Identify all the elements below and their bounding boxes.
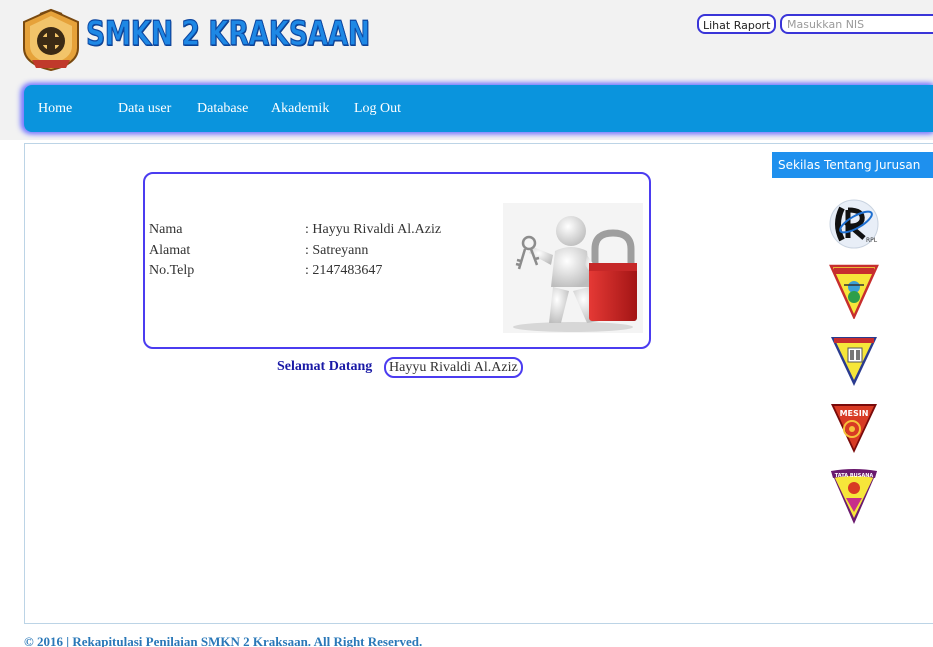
- profile-value-nama: : Hayyu Rivaldi Al.Aziz: [305, 222, 442, 237]
- school-logo-icon: [23, 8, 79, 72]
- jurusan-badge-3-icon[interactable]: [828, 334, 880, 388]
- nav-log-out[interactable]: Log Out: [354, 85, 401, 132]
- lihat-raport-button[interactable]: Lihat Raport: [697, 14, 777, 34]
- nav-data-user[interactable]: Data user: [118, 85, 171, 132]
- page: SMKN 2 KRAKSAAN Lihat Raport Home Data u…: [0, 0, 933, 647]
- welcome-label: Selamat Datang: [277, 359, 373, 374]
- svg-text:RPL: RPL: [866, 237, 878, 244]
- tata-busana-badge-icon[interactable]: TATA BUSANA: [828, 468, 880, 526]
- rpl-logo-icon[interactable]: RPL: [828, 198, 880, 250]
- jurusan-badge-2-icon[interactable]: [828, 263, 880, 319]
- nav-database[interactable]: Database: [197, 85, 248, 132]
- nis-input[interactable]: [780, 14, 933, 34]
- mesin-badge-text: MESIN: [840, 409, 869, 418]
- profile-label-alamat: Alamat: [149, 243, 191, 258]
- mesin-badge-icon[interactable]: MESIN: [828, 401, 880, 455]
- profile-value-alamat: : Satreyann: [305, 243, 369, 258]
- profile-label-nama: Nama: [149, 222, 183, 237]
- footer-copyright: © 2016 | Rekapitulasi Penilaian SMKN 2 K…: [24, 634, 423, 647]
- security-illustration-icon: [503, 203, 643, 333]
- profile-value-telp: : 2147483647: [305, 263, 383, 278]
- nav-akademik[interactable]: Akademik: [271, 85, 329, 132]
- tata-busana-badge-text: TATA BUSANA: [835, 473, 874, 479]
- profile-label-telp: No.Telp: [149, 263, 195, 278]
- main-navbar: Home Data user Database Akademik Log Out: [24, 85, 933, 132]
- jurusan-sidebar-header: Sekilas Tentang Jurusan: [772, 152, 933, 178]
- brand-title: SMKN 2 KRAKSAAN: [86, 13, 371, 54]
- nav-home[interactable]: Home: [38, 85, 72, 132]
- welcome-user-name: Hayyu Rivaldi Al.Aziz: [384, 357, 523, 378]
